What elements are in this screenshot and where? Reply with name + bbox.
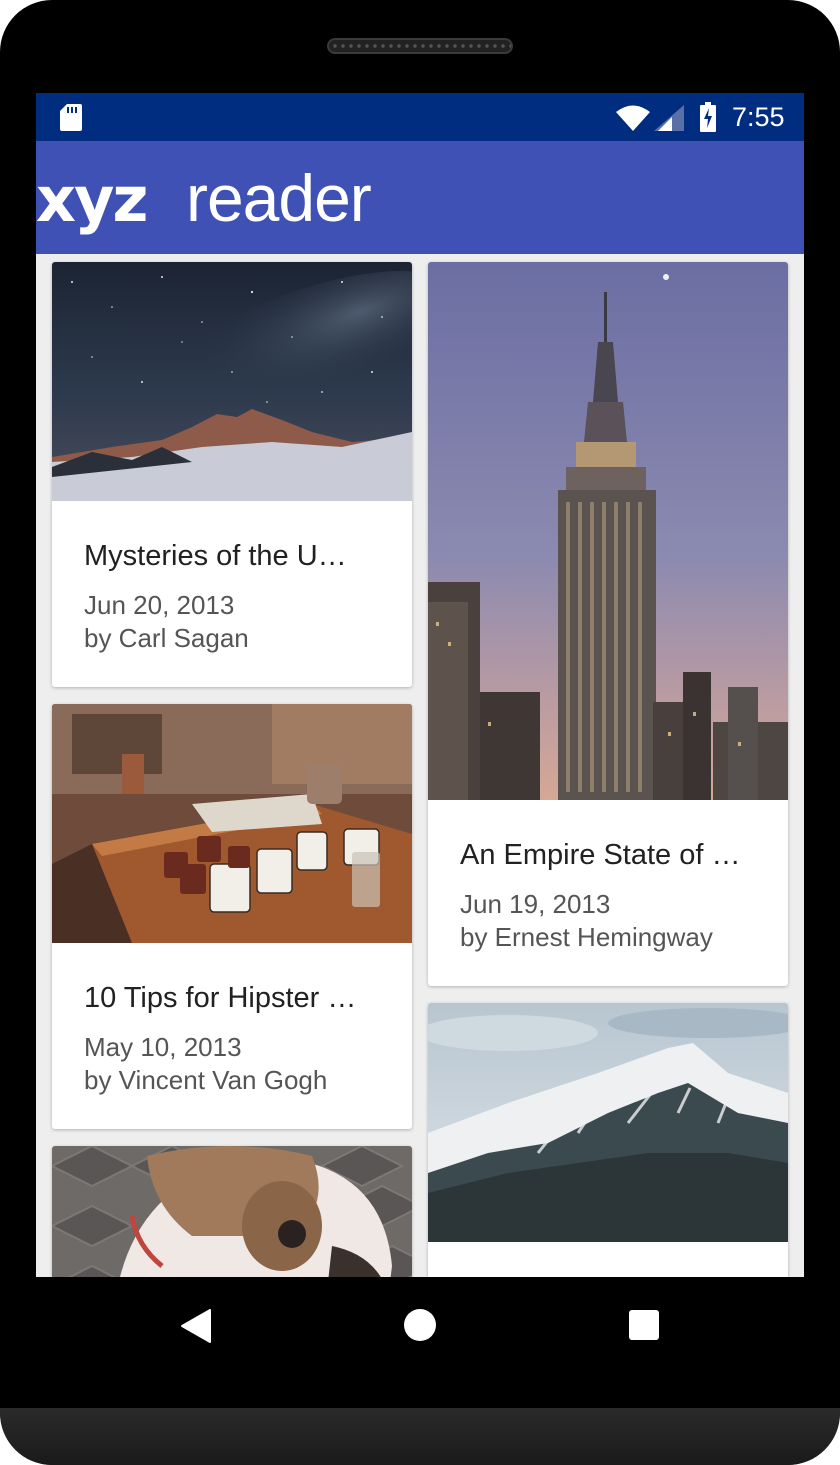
article-image-empire-state <box>428 262 788 800</box>
battery-charging-icon <box>700 102 716 132</box>
app-toolbar: xyz reader <box>36 141 804 254</box>
logo-light-text: reader <box>186 161 372 235</box>
article-date: Jun 19, 2013 <box>460 889 611 919</box>
logo-bold-text: xyz <box>36 163 148 236</box>
status-clock: 7:55 <box>732 102 785 132</box>
device-chin <box>0 1408 840 1465</box>
article-image-snowy-mountain <box>428 1003 788 1242</box>
status-bar: 7:55 <box>36 93 804 141</box>
wifi-icon <box>616 105 650 131</box>
article-card[interactable]: Mysteries of the U… Jun 20, 2013 by Carl… <box>52 262 412 687</box>
device-frame: 7:55 xyz reader Mysteries of the U… Jun … <box>0 0 840 1465</box>
article-image-enamel-cups <box>52 704 412 943</box>
article-card[interactable]: An Empire State of … Jun 19, 2013 by Ern… <box>428 262 788 986</box>
back-button[interactable] <box>180 1308 212 1344</box>
article-card[interactable]: 10 Tips for Hipster … May 10, 2013 by Vi… <box>52 704 412 1129</box>
article-card[interactable] <box>428 1003 788 1277</box>
article-card[interactable] <box>52 1146 412 1277</box>
article-date: Jun 20, 2013 <box>84 590 235 620</box>
article-title: An Empire State of … <box>460 839 741 871</box>
recents-button[interactable] <box>629 1310 659 1340</box>
system-nav-bar <box>0 1277 840 1408</box>
cell-signal-icon <box>654 105 684 131</box>
article-image-night-sky <box>52 262 412 501</box>
speaker-grille <box>327 38 513 54</box>
article-author: by Carl Sagan <box>84 623 249 653</box>
article-title: Mysteries of the U… <box>84 540 347 572</box>
screen: 7:55 xyz reader Mysteries of the U… Jun … <box>36 93 804 1277</box>
article-date: May 10, 2013 <box>84 1032 242 1062</box>
article-author: by Ernest Hemingway <box>460 922 713 952</box>
article-image-bulldog <box>52 1146 412 1277</box>
article-title: 10 Tips for Hipster … <box>84 982 357 1014</box>
sd-card-icon <box>60 104 82 131</box>
article-author: by Vincent Van Gogh <box>84 1065 328 1095</box>
home-button[interactable] <box>404 1309 436 1341</box>
